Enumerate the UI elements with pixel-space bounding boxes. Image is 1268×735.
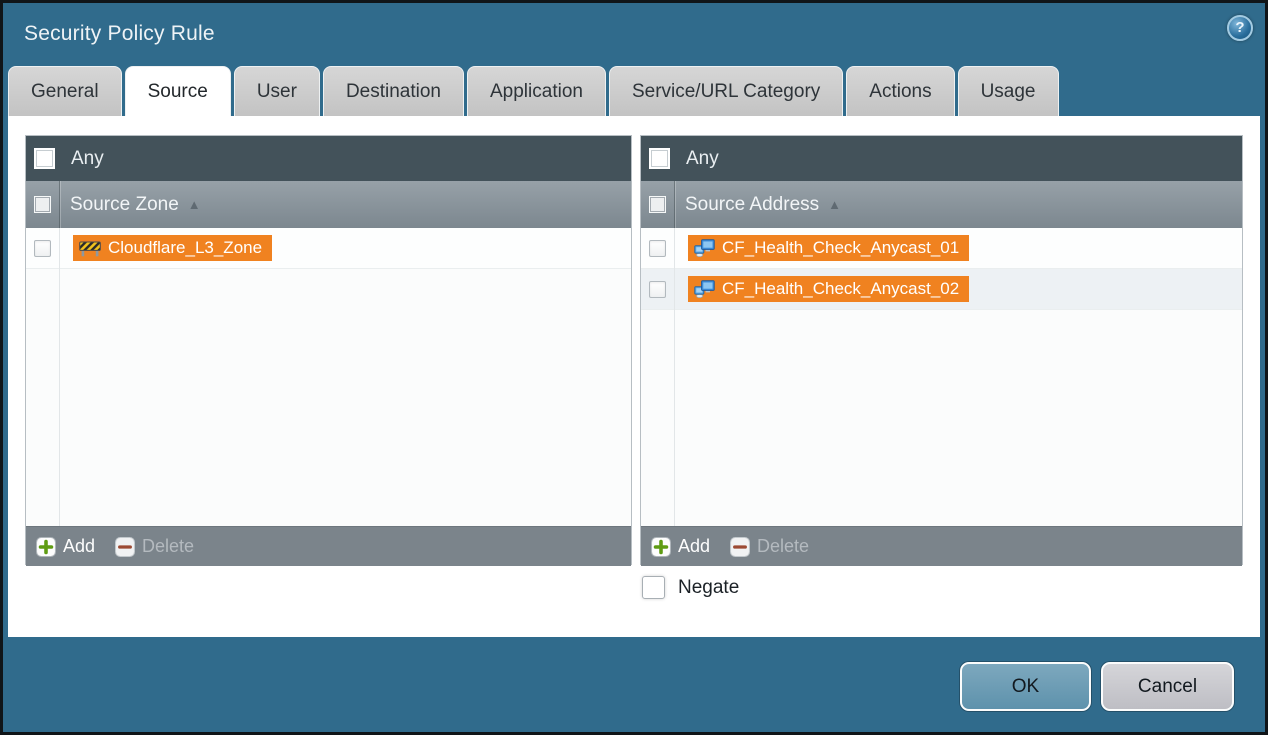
add-icon: [651, 537, 671, 557]
address-icon: [694, 239, 715, 257]
zone-icon: [79, 240, 101, 257]
source-address-toolbar: Add Delete: [641, 526, 1242, 566]
zone-row[interactable]: Cloudflare_L3_Zone: [26, 228, 631, 269]
dialog-title: Security Policy Rule: [24, 3, 215, 65]
source-zone-delete-button[interactable]: Delete: [115, 536, 194, 557]
source-zone-any-checkbox[interactable]: [34, 148, 55, 169]
sort-ascending-icon: ▲: [828, 197, 841, 212]
negate-checkbox[interactable]: [642, 576, 665, 599]
source-address-any-bar: Any: [641, 136, 1242, 181]
cancel-button[interactable]: Cancel: [1101, 662, 1234, 711]
source-address-panel: Any Source Address ▲: [640, 135, 1243, 565]
source-address-list: CF_Health_Check_Anycast_01: [641, 228, 1242, 526]
tab-source[interactable]: Source: [125, 66, 231, 116]
ok-button[interactable]: OK: [960, 662, 1091, 711]
source-address-any-label: Any: [686, 148, 719, 170]
tab-content-source: Any Source Zone ▲: [8, 116, 1260, 637]
source-zone-any-label: Any: [71, 148, 104, 170]
sort-ascending-icon: ▲: [188, 197, 201, 212]
tab-service-url-category[interactable]: Service/URL Category: [609, 66, 843, 116]
zone-chip[interactable]: Cloudflare_L3_Zone: [73, 235, 272, 261]
source-zone-column-header[interactable]: Source Zone ▲: [26, 181, 631, 228]
zone-row-label: Cloudflare_L3_Zone: [108, 238, 262, 258]
tab-destination[interactable]: Destination: [323, 66, 464, 116]
delete-button-label: Delete: [757, 536, 809, 557]
address-row[interactable]: CF_Health_Check_Anycast_01: [641, 228, 1242, 269]
delete-icon: [730, 537, 750, 557]
source-zone-add-button[interactable]: Add: [36, 536, 95, 557]
negate-row: Negate: [642, 576, 739, 599]
address-row-checkbox[interactable]: [649, 281, 666, 298]
source-address-delete-button[interactable]: Delete: [730, 536, 809, 557]
source-address-column-header[interactable]: Source Address ▲: [641, 181, 1242, 228]
address-row-label: CF_Health_Check_Anycast_01: [722, 238, 959, 258]
tab-general[interactable]: General: [8, 66, 122, 116]
help-icon[interactable]: ?: [1227, 15, 1253, 41]
zone-row-checkbox[interactable]: [34, 240, 51, 257]
address-icon: [694, 280, 715, 298]
tab-application[interactable]: Application: [467, 66, 606, 116]
tab-actions[interactable]: Actions: [846, 66, 954, 116]
security-policy-rule-dialog: Security Policy Rule ? General Source Us…: [0, 0, 1268, 735]
tab-usage[interactable]: Usage: [958, 66, 1059, 116]
source-zone-select-all-checkbox[interactable]: [34, 196, 51, 213]
address-chip[interactable]: CF_Health_Check_Anycast_01: [688, 235, 969, 261]
source-zone-toolbar: Add Delete: [26, 526, 631, 566]
negate-label: Negate: [678, 577, 739, 599]
add-button-label: Add: [63, 536, 95, 557]
add-icon: [36, 537, 56, 557]
address-row-label: CF_Health_Check_Anycast_02: [722, 279, 959, 299]
source-zone-any-bar: Any: [26, 136, 631, 181]
add-button-label: Add: [678, 536, 710, 557]
source-zone-list: Cloudflare_L3_Zone: [26, 228, 631, 526]
tab-user[interactable]: User: [234, 66, 320, 116]
address-chip[interactable]: CF_Health_Check_Anycast_02: [688, 276, 969, 302]
source-address-add-button[interactable]: Add: [651, 536, 710, 557]
source-zone-column-label: Source Zone: [70, 194, 179, 216]
address-row-checkbox[interactable]: [649, 240, 666, 257]
source-address-select-all-checkbox[interactable]: [649, 196, 666, 213]
source-zone-panel: Any Source Zone ▲: [25, 135, 632, 565]
address-row[interactable]: CF_Health_Check_Anycast_02: [641, 269, 1242, 310]
delete-button-label: Delete: [142, 536, 194, 557]
delete-icon: [115, 537, 135, 557]
tab-bar: General Source User Destination Applicat…: [8, 66, 1059, 116]
source-address-any-checkbox[interactable]: [649, 148, 670, 169]
source-address-column-label: Source Address: [685, 194, 819, 216]
